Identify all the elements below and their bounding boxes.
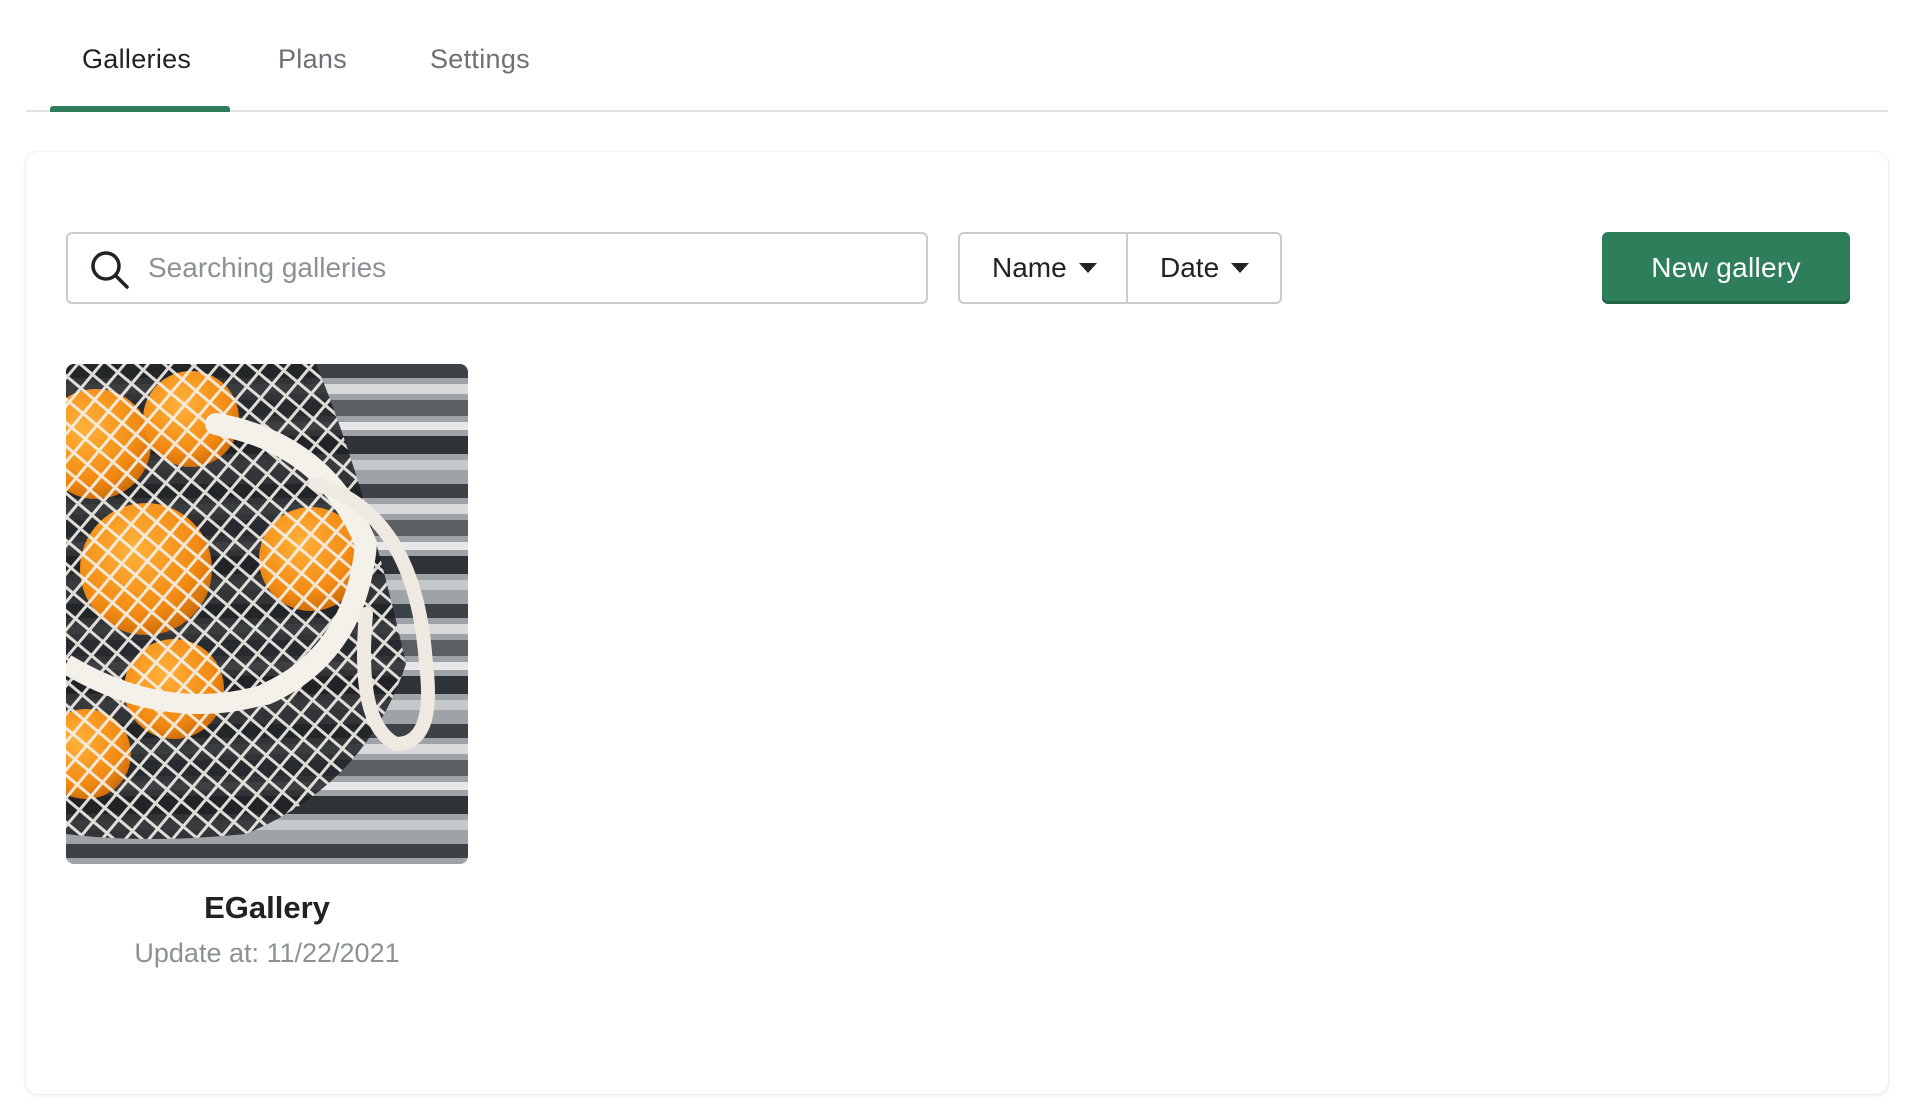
search-input[interactable] (148, 234, 908, 302)
tab-settings[interactable]: Settings (430, 44, 530, 75)
sort-name-button[interactable]: Name (960, 234, 1128, 302)
gallery-name[interactable]: EGallery (66, 890, 468, 926)
sort-date-label: Date (1160, 252, 1220, 283)
new-gallery-button[interactable]: New gallery (1602, 232, 1850, 304)
search-field[interactable] (66, 232, 928, 304)
sort-date-button[interactable]: Date (1128, 234, 1280, 302)
galleries-card: Name Date New gallery (26, 152, 1888, 1094)
gallery-updated-date: Update at: 11/22/2021 (134, 938, 400, 968)
sort-name-label: Name (992, 252, 1067, 283)
caret-down-icon (1231, 263, 1250, 273)
caret-down-icon (1078, 263, 1097, 273)
gallery-thumbnail-image[interactable] (66, 364, 468, 864)
gallery-card[interactable]: EGallery Update at: 11/22/2021 (66, 364, 468, 969)
search-icon (91, 251, 129, 289)
sort-button-group: Name Date (958, 232, 1282, 304)
tab-plans[interactable]: Plans (278, 44, 347, 75)
tab-galleries[interactable]: Galleries (82, 44, 191, 75)
active-tab-indicator (50, 106, 230, 112)
tab-bar: Galleries Plans Settings (26, 0, 1888, 112)
